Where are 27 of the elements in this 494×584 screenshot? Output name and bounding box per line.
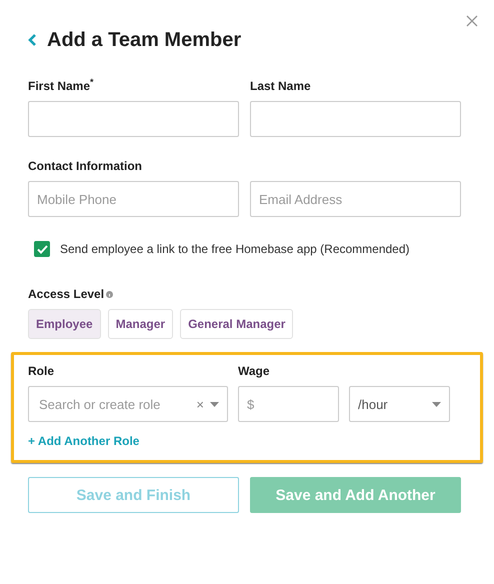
period-select[interactable]: /hour xyxy=(349,386,450,422)
checkbox[interactable] xyxy=(34,241,50,257)
save-and-add-button[interactable]: Save and Add Another xyxy=(250,477,461,513)
caret-icon xyxy=(210,402,219,406)
field-label: Role xyxy=(28,364,56,378)
text-field[interactable]: Mobile Phone xyxy=(28,181,239,217)
caret-icon xyxy=(432,402,441,406)
dialog-title: Add a Team Member xyxy=(47,28,242,52)
close-icon[interactable] xyxy=(466,15,478,27)
text-field[interactable]: Email Address xyxy=(250,181,461,217)
add-role-link[interactable]: + Add Another Role xyxy=(28,434,140,448)
section-label: Access Level xyxy=(28,287,104,301)
checkbox-label: Send employee a link to the free Homebase app (Recommended) xyxy=(60,242,410,256)
back-chevron-icon[interactable] xyxy=(28,33,37,47)
section-label: Contact Information xyxy=(28,159,143,173)
access-level-option[interactable]: Employee xyxy=(28,309,101,339)
access-level-option[interactable]: General Manager xyxy=(180,309,294,339)
text-field[interactable] xyxy=(28,101,239,137)
role-select[interactable]: Search or create role × xyxy=(28,386,228,422)
clear-button[interactable]: × xyxy=(196,396,204,412)
info-icon[interactable] xyxy=(106,290,114,298)
wage-field[interactable]: $ xyxy=(238,386,339,422)
access-level-option[interactable]: Manager xyxy=(108,309,174,339)
field-label: Wage xyxy=(238,364,271,378)
text-field[interactable] xyxy=(250,101,461,137)
field-label: Last Name xyxy=(250,79,312,93)
field-label: First Name$^{*}$ xyxy=(28,79,95,93)
